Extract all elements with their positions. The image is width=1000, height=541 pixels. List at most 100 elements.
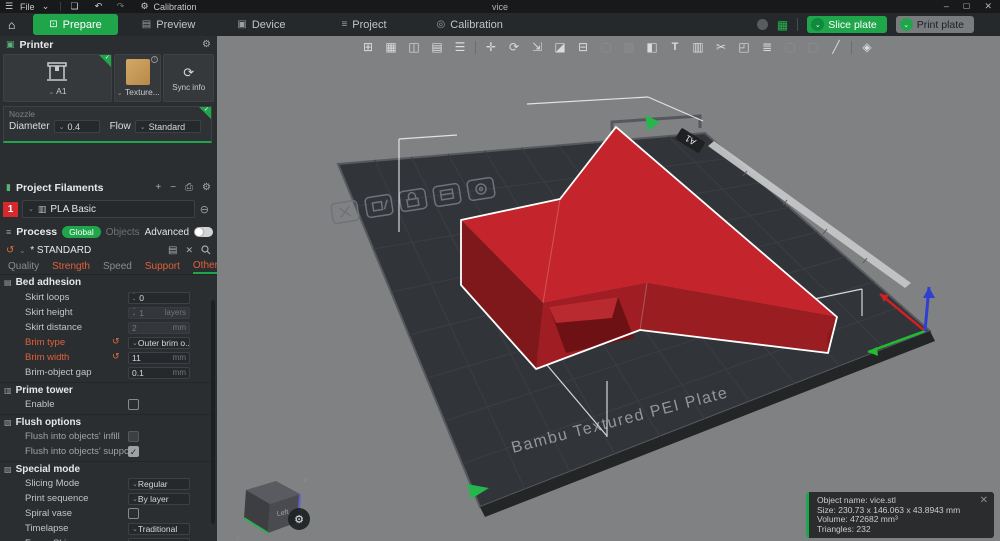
diameter-label: Diameter	[9, 121, 50, 132]
fuzzy-skin-select[interactable]: ⌄None(allow ...	[128, 537, 190, 541]
tab-project[interactable]: ≡ Project	[331, 13, 396, 36]
view-gear-icon: ⚙	[294, 514, 304, 526]
prepare-icon: ⊡	[49, 19, 58, 30]
maximize-button[interactable]: ▢	[963, 1, 971, 12]
close-button[interactable]: ✕	[984, 1, 992, 12]
setting-row: Brim width ↺ 11 mm	[0, 350, 217, 365]
preview-icon: ▤	[141, 19, 152, 30]
timelapse-select[interactable]: ⌄ Traditional	[128, 522, 190, 535]
tab-preview[interactable]: ▤ Preview	[132, 13, 206, 36]
panel-scrollbar[interactable]	[211, 300, 215, 524]
save-preset-icon[interactable]: ▤	[168, 245, 177, 256]
skirt-distance-input[interactable]: 2 mm	[128, 321, 190, 334]
flush-options-icon: ▧	[4, 417, 12, 427]
flush-support-checkbox[interactable]: ✓	[128, 445, 139, 457]
prime-tower-icon: ▥	[4, 385, 12, 395]
plates-overview-icon[interactable]: ▦	[777, 18, 788, 32]
print-sequence-select[interactable]: ⌄ By layer	[128, 492, 190, 505]
brim-type-select[interactable]: ⌄ Outer brim o...	[128, 336, 190, 349]
scope-objects[interactable]: Objects	[106, 227, 140, 238]
filament-settings-gear-icon[interactable]: ⚙	[202, 182, 211, 193]
filament-select[interactable]: ⌄ ▥ PLA Basic	[22, 200, 195, 218]
prime-tower-header: ▥ Prime tower	[0, 382, 217, 397]
file-menu[interactable]: File	[20, 2, 35, 12]
divider	[59, 2, 61, 11]
sync-filament-list-icon[interactable]: ⎙	[185, 182, 193, 193]
prepare-side-panel: ▣ Printer ⚙ ⌄ A1 ✓ i ⌄ Texture... ⟳ Sync…	[0, 36, 240, 541]
view-gear-button[interactable]: ⚙	[288, 508, 310, 530]
preset-chevron-icon[interactable]: ⌄	[19, 247, 25, 255]
sync-icon: ⟳	[183, 64, 195, 80]
tab-quality[interactable]: Quality	[8, 261, 39, 272]
clear-preset-icon[interactable]: ✕	[185, 245, 193, 256]
printer-section-icon: ▣	[6, 39, 15, 49]
filaments-section-icon: ▮	[6, 182, 11, 192]
redo-icon[interactable]: ↷	[112, 1, 130, 12]
process-header: ≡ Process Global Objects Advanced ☰ ✱	[0, 222, 240, 242]
hamburger-menu-icon[interactable]: ☰	[0, 1, 18, 12]
spiral-vase-checkbox[interactable]	[128, 507, 139, 519]
brim-width-reset-icon[interactable]: ↺	[112, 351, 120, 362]
add-filament-icon[interactable]: +	[155, 182, 161, 193]
undo-icon[interactable]: ↶	[90, 1, 108, 12]
minimize-button[interactable]: –	[944, 1, 949, 12]
tab-strength[interactable]: Strength	[52, 261, 90, 272]
device-icon: ▣	[237, 19, 247, 30]
build-plate-card[interactable]: i ⌄ Texture...	[113, 54, 162, 102]
bambu-studio-window: { "titlebar": {"file": "File", "calibrat…	[0, 0, 1000, 541]
tab-device[interactable]: ▣ Device	[227, 13, 295, 36]
viewport-3d[interactable]: ⊞ ▦ ◫ ▤ ☰ ✛ ⟳ ⇲ ◪ ⊟ ▢ ▧ ◧ T ▥ ✂ ◰ ≣ ▢ ▢ …	[217, 36, 1000, 541]
file-chevron-icon[interactable]: ⌄	[37, 1, 55, 12]
home-button[interactable]: ⌂	[0, 13, 23, 36]
skirt-loops-stepper[interactable]: ⌃ ⌄ 0	[128, 291, 190, 304]
calibration-menu[interactable]: Calibration	[154, 2, 197, 12]
sync-info-label: Sync info	[172, 82, 206, 92]
info-close-icon[interactable]: ✕	[980, 496, 988, 506]
print-options-chevron-icon[interactable]: ⌄	[899, 18, 913, 31]
tab-calibration[interactable]: ◎ Calibration	[427, 13, 513, 36]
preset-name[interactable]: * STANDARD	[30, 245, 91, 256]
prime-tower-enable-checkbox[interactable]	[128, 398, 139, 410]
flow-select[interactable]: ⌄ Standard	[134, 120, 201, 133]
print-plate-button[interactable]: ⌄ Print plate	[895, 16, 974, 33]
printer-model-card[interactable]: ⌄ A1 ✓	[3, 54, 112, 102]
nozzle-diameter-select[interactable]: ⌄ 0.4	[53, 120, 100, 133]
info-triangles: Triangles: 232	[817, 523, 871, 534]
new-project-icon[interactable]: ❏	[66, 1, 84, 12]
brim-object-gap-input[interactable]: 0.1 mm	[128, 366, 190, 379]
settings-list: ▤ Bed adhesion Skirt loops ⌃ ⌄ 0 Skirt heig…	[0, 275, 217, 541]
calibration-gear-icon[interactable]: ⚙	[136, 1, 154, 12]
printer-section-title: Printer	[19, 38, 54, 51]
tab-prepare[interactable]: ⊡ Prepare	[33, 14, 118, 35]
scene-3d[interactable]: A1 Bambu Textured PEI Plate Left z y ⚙	[217, 36, 1000, 541]
preset-reset-icon[interactable]: ↺	[6, 245, 14, 256]
tab-support[interactable]: Support	[145, 261, 180, 272]
advanced-label: Advanced	[144, 226, 190, 238]
printer-section-header: ▣ Printer ⚙	[0, 36, 217, 53]
flush-infill-checkbox[interactable]	[128, 430, 139, 442]
printer-model-label: A1	[56, 86, 67, 96]
connection-status-icon[interactable]	[756, 19, 768, 30]
plate-info-icon[interactable]: i	[151, 56, 159, 63]
setting-row: Flush into objects' infill	[0, 429, 217, 444]
setting-row: Skirt loops ⌃ ⌄ 0	[0, 290, 217, 305]
sync-info-card[interactable]: ⟳ Sync info	[163, 54, 214, 102]
printer-glyph-icon	[47, 62, 68, 81]
remove-filament-icon[interactable]: −	[170, 182, 176, 193]
setting-row: Timelapse ⌄ Traditional	[0, 521, 217, 536]
filament-remove-circle-icon[interactable]: ⊖	[200, 203, 209, 216]
brim-type-reset-icon[interactable]: ↺	[112, 336, 120, 347]
setting-row: Flush into objects' support ✓	[25, 445, 139, 457]
scope-global-pill[interactable]: Global	[62, 226, 101, 238]
brim-width-input[interactable]: 11 mm	[128, 351, 190, 364]
printer-settings-gear-icon[interactable]: ⚙	[202, 39, 211, 50]
tab-speed[interactable]: Speed	[103, 261, 132, 272]
slice-plate-button[interactable]: ⌄ Slice plate	[807, 16, 887, 33]
filament-slot-badge[interactable]: 1	[3, 201, 18, 217]
advanced-toggle[interactable]	[194, 227, 214, 237]
slicing-mode-select[interactable]: ⌄ Regular	[128, 477, 190, 490]
search-preset-icon[interactable]	[201, 245, 211, 255]
plate-type-label: Texture...	[124, 87, 159, 97]
skirt-height-stepper[interactable]: ⌃ ⌄ 1 layers	[128, 306, 190, 319]
slice-options-chevron-icon[interactable]: ⌄	[811, 18, 825, 31]
